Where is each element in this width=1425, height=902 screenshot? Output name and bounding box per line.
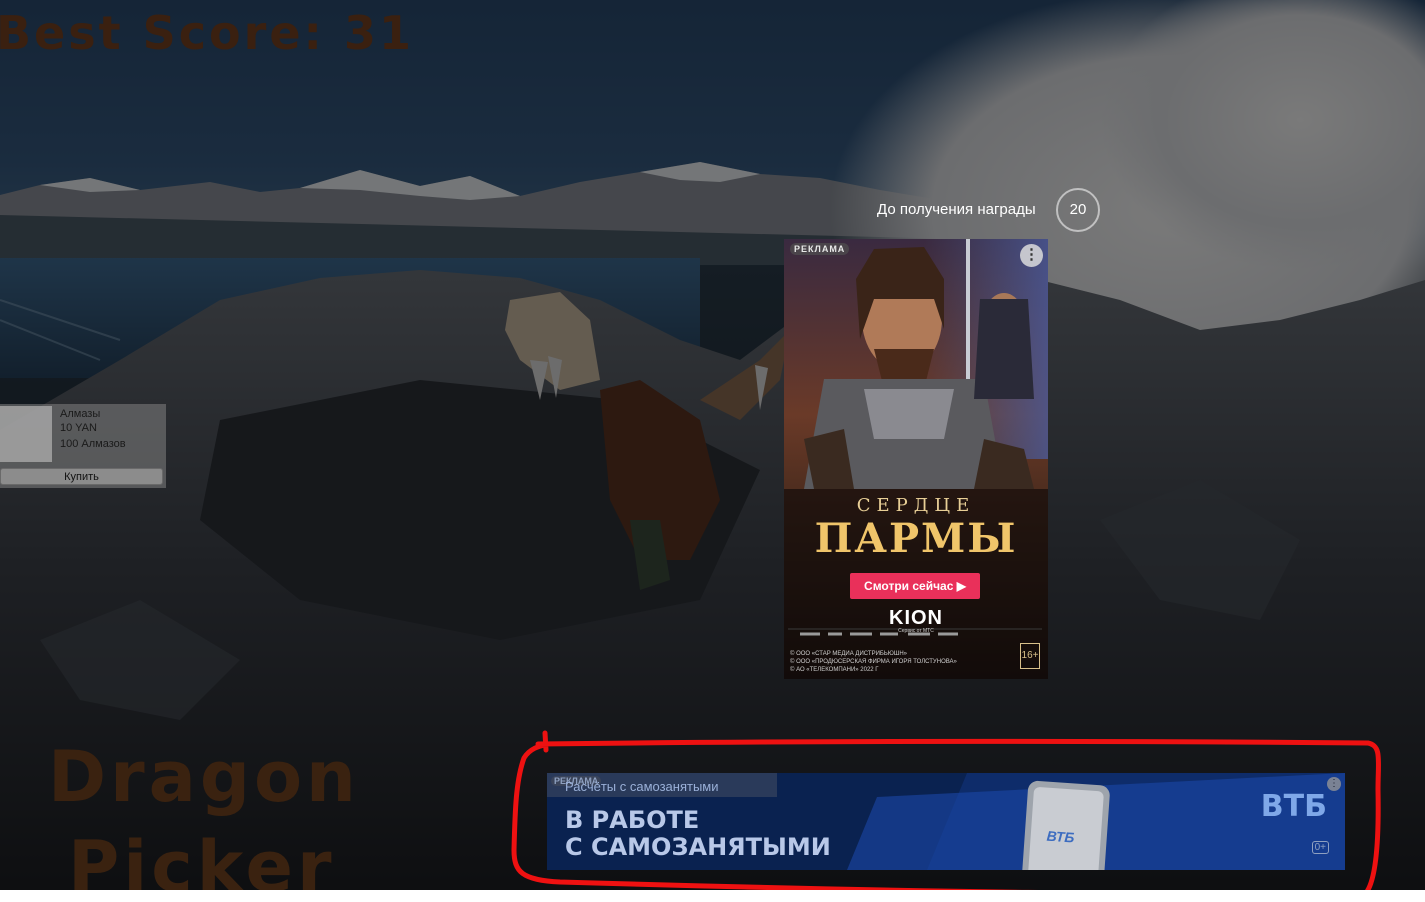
banner-age-badge: 0+ bbox=[1311, 841, 1329, 854]
poster-brand-logo: KION bbox=[889, 607, 943, 629]
banner-more-options-icon[interactable]: ⋮ bbox=[1327, 777, 1341, 791]
poster-ad[interactable]: РЕКЛАМА ⋮ СЕРДЦЕ ПАРМЫ Смотри сейчас ▶ K… bbox=[784, 239, 1048, 679]
more-options-icon[interactable]: ⋮ bbox=[1020, 244, 1043, 267]
banner-topline: Расчёты с самозанятыми bbox=[565, 779, 719, 794]
shop-item-price: 10 YAN bbox=[60, 422, 97, 434]
reward-countdown-timer: 20 bbox=[1056, 188, 1100, 232]
age-rating-badge: 16+ bbox=[1020, 643, 1040, 669]
page-bottom-strip bbox=[0, 890, 1425, 902]
shop-item-thumbnail bbox=[0, 406, 52, 462]
banner-headline-1: В РАБОТЕ bbox=[565, 806, 700, 834]
phone-brand-logo: ВТБ bbox=[1046, 827, 1075, 846]
watch-now-button[interactable]: Смотри сейчас ▶ bbox=[850, 573, 980, 599]
shop-item-detail: 100 Алмазов bbox=[60, 438, 126, 450]
shop-item-card: Алмазы 10 YAN 100 Алмазов Купить bbox=[0, 404, 166, 488]
banner-ad[interactable]: РЕКЛАМА Расчёты с самозанятыми В РАБОТЕ … bbox=[547, 773, 1345, 870]
best-score-text: Best Score: 31 bbox=[0, 6, 414, 60]
game-viewport[interactable]: Best Score: 31 Dragon Picker Алмазы 10 Y… bbox=[0, 0, 1425, 890]
vtb-logo: ВТБ bbox=[1260, 789, 1327, 824]
poster-ad-tag: РЕКЛАМА bbox=[790, 243, 850, 255]
shop-item-name: Алмазы bbox=[60, 408, 101, 420]
poster-subtitle: СЕРДЦЕ bbox=[856, 495, 976, 516]
poster-title: ПАРМЫ bbox=[814, 515, 1018, 562]
poster-legal-line: © АО «ТЕЛЕКОМПАНИ» 2022 Г bbox=[790, 667, 879, 673]
game-title-line-1: Dragon bbox=[48, 736, 360, 818]
poster-legal-line: © ООО «ПРОДЮСЕРСКАЯ ФИРМА ИГОРЯ ТОЛСТУНО… bbox=[790, 659, 957, 665]
reward-countdown-label: До получения награды bbox=[877, 201, 1036, 218]
game-title-line-2: Picker bbox=[68, 826, 336, 890]
poster-legal-line: © ООО «СТАР МЕДИА ДИСТРИБЬЮШН» bbox=[790, 651, 908, 657]
phone-illustration: ВТБ bbox=[1021, 780, 1111, 870]
poster-brand-sub: Сервис от МТС bbox=[898, 628, 934, 634]
buy-button[interactable]: Купить bbox=[0, 468, 163, 485]
banner-headline-2: С САМОЗАНЯТЫМИ bbox=[565, 833, 831, 861]
